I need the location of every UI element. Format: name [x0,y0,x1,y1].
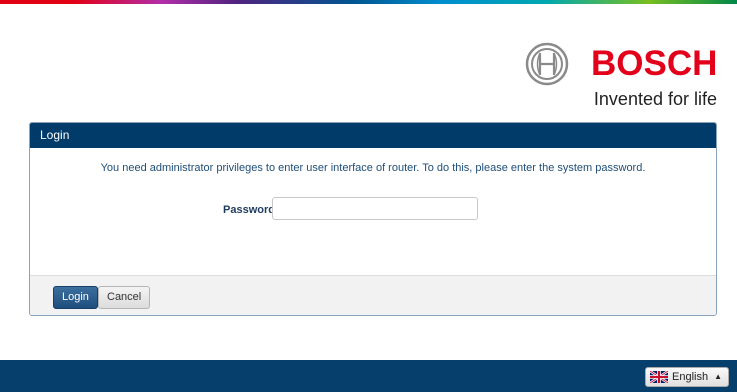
bottom-bar: English ▲ [0,360,737,392]
login-panel-title: Login [30,123,716,148]
login-panel-body: You need administrator privileges to ent… [30,148,716,275]
cancel-button[interactable]: Cancel [98,286,151,309]
admin-privileges-message: You need administrator privileges to ent… [100,162,646,174]
bosch-armature-icon [525,42,569,86]
bosch-logo: BOSCH Invented for life [517,40,717,120]
uk-flag-icon [650,371,668,383]
login-panel: Login You need administrator privileges … [29,122,717,316]
password-input[interactable] [272,197,478,220]
login-button[interactable]: Login [53,286,98,309]
bosch-wordmark: BOSCH [591,44,718,83]
bosch-tagline: Invented for life [593,89,717,109]
password-label: Password [223,204,275,216]
login-panel-footer: Login Cancel [30,275,716,315]
language-label: English [672,371,709,383]
brand-color-stripe [0,0,737,4]
language-selector[interactable]: English ▲ [645,367,729,387]
caret-up-icon: ▲ [714,372,722,381]
